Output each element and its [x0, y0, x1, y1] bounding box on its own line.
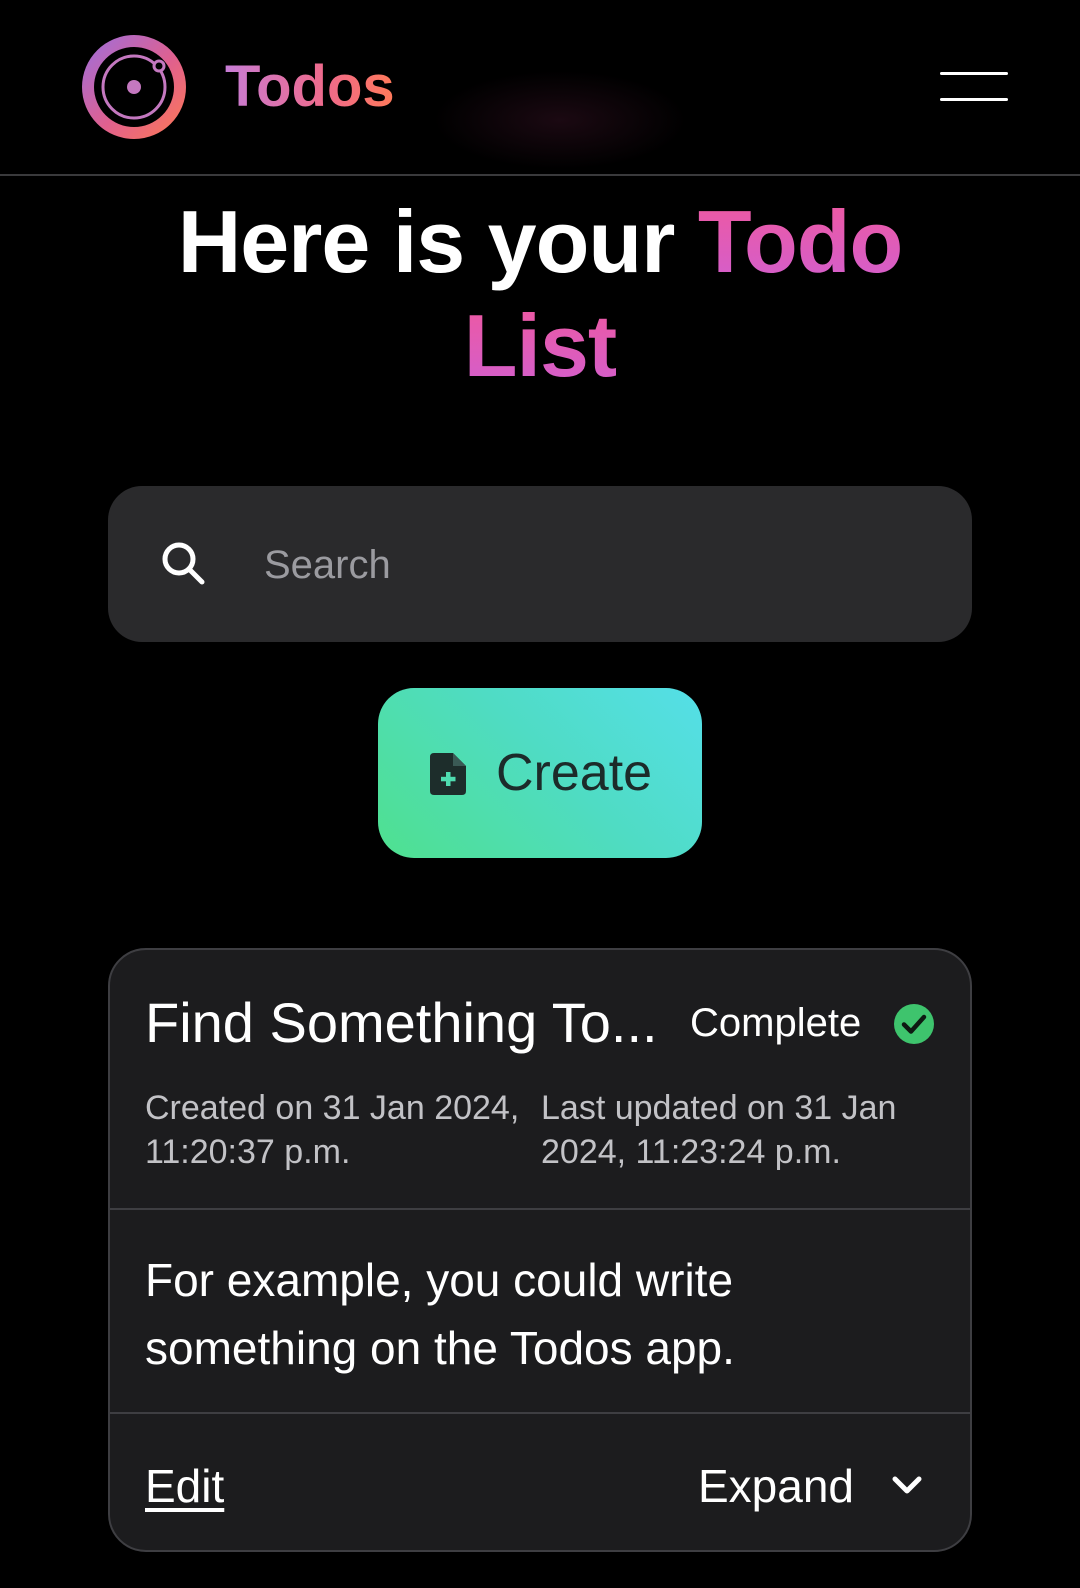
expand-button[interactable]: Expand: [698, 1456, 938, 1516]
app-header: Todos: [0, 0, 1080, 176]
page-title-accent-todo: Todo: [697, 192, 903, 291]
menu-line-bottom: [940, 98, 1008, 101]
hamburger-menu-icon[interactable]: [940, 66, 1014, 106]
file-plus-icon: [430, 753, 466, 795]
todo-created-date: Created on 31 Jan 2024, 11:20:37 p.m.: [145, 1089, 520, 1171]
check-circle-icon: [894, 1004, 934, 1044]
chevron-down-icon: [892, 1476, 922, 1494]
app-brand-title[interactable]: Todos: [225, 52, 395, 122]
page-title-accent-list: List: [463, 296, 617, 395]
orbit-logo-icon[interactable]: [80, 33, 188, 141]
create-button-label[interactable]: Create: [496, 742, 652, 804]
expand-label: Expand: [698, 1460, 855, 1512]
status-badge: Complete: [690, 1001, 862, 1045]
page-title: Here is your Todo List: [0, 190, 1080, 398]
todo-description: For example, you could write something o…: [145, 1254, 735, 1374]
card-divider-top: [110, 1208, 970, 1210]
search-icon: [162, 542, 205, 585]
todo-title[interactable]: Find Something To...: [145, 988, 658, 1058]
menu-line-top: [940, 72, 1008, 75]
todo-updated-date: Last updated on 31 Jan 2024, 11:23:24 p.…: [541, 1089, 897, 1171]
search-input[interactable]: [262, 526, 946, 604]
page-title-prefix: Here is your: [177, 192, 698, 291]
edit-link[interactable]: Edit: [145, 1456, 224, 1516]
card-divider-bottom: [110, 1412, 970, 1414]
